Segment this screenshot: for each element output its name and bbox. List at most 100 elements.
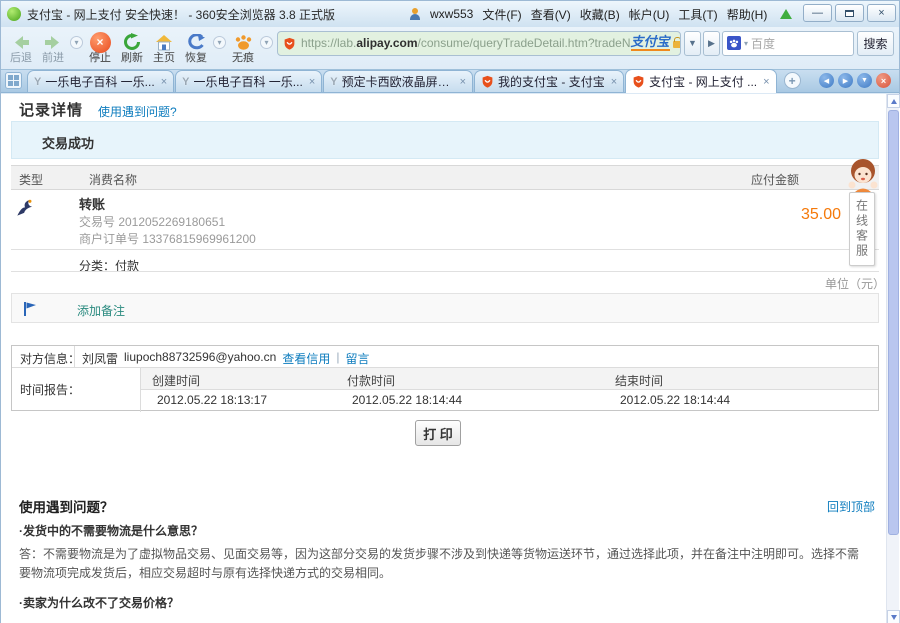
online-service-label: 在线客服: [854, 199, 871, 259]
scroll-tabs-right-icon[interactable]: ▶: [838, 73, 853, 88]
scroll-down-icon[interactable]: [887, 610, 900, 623]
minimize-button[interactable]: —: [803, 4, 832, 22]
flag-icon: [22, 301, 38, 317]
counterparty-name: 刘凤雷: [82, 350, 118, 367]
transaction-name: 转账: [79, 194, 105, 213]
faq-question-1: ·发货中的不需要物流是什么意思？: [19, 522, 203, 539]
browser-window: 支付宝 - 网上支付 安全快速！ - 360安全浏览器 3.8 正式版 wxw5…: [0, 0, 900, 623]
incognito-dropdown-icon[interactable]: ▾: [260, 36, 273, 49]
url-dropdown-button[interactable]: ▼: [684, 31, 701, 56]
row-divider: [11, 249, 879, 250]
add-note-row[interactable]: 添加备注: [11, 293, 879, 323]
scrollbar-thumb[interactable]: [888, 110, 899, 535]
close-button[interactable]: ×: [867, 4, 896, 22]
address-bar[interactable]: https://lab.alipay.com/consume/queryTrad…: [277, 31, 681, 56]
scroll-tabs-left-icon[interactable]: ◀: [819, 73, 834, 88]
tab-close-icon[interactable]: ×: [458, 76, 466, 88]
page-title: 记录详情: [19, 99, 83, 120]
back-arrow-icon: [12, 32, 30, 52]
yile-favicon: Y: [34, 76, 41, 88]
restore-session-icon: [187, 32, 205, 52]
yile-favicon: Y: [330, 76, 337, 88]
customer-service-avatar: [843, 158, 883, 194]
paid-time-header: 付款时间: [347, 372, 395, 389]
skin-theme-icon[interactable]: [780, 9, 792, 19]
restore-dropdown-icon[interactable]: ▾: [213, 36, 226, 49]
page-content: 记录详情 使用遇到问题? 交易成功 类型 消费名称 应付金额 转账 交易号 20…: [1, 94, 900, 623]
ssl-lock-icon: [673, 41, 681, 48]
menu-view[interactable]: 查看(V): [531, 6, 571, 23]
leave-message-link[interactable]: 留言: [345, 350, 369, 367]
back-to-top-link[interactable]: 回到顶部: [827, 498, 875, 515]
search-engine-dropdown-icon[interactable]: ▾: [744, 39, 748, 48]
tab-alipay-payment-active[interactable]: 支付宝 - 网上支付 ... ×: [625, 69, 776, 93]
new-tab-button[interactable]: +: [784, 72, 801, 89]
transfer-type-icon: [14, 198, 36, 220]
title-bar-right: wxw553 文件(F) 查看(V) 收藏(B) 帐户(U) 工具(T) 帮助(…: [409, 1, 792, 27]
tab-menu-icon[interactable]: ▼: [857, 73, 872, 88]
restore-session-button[interactable]: 恢复: [180, 28, 212, 68]
history-dropdown-icon[interactable]: ▾: [70, 36, 83, 49]
online-service-tab[interactable]: 在线客服: [849, 192, 875, 266]
close-tab-icon[interactable]: ×: [876, 73, 891, 88]
counterparty-value: 刘凤雷 liupoch88732596@yahoo.cn 查看信用 | 留言: [82, 350, 369, 367]
menu-account[interactable]: 帐户(U): [629, 6, 670, 23]
scroll-up-icon[interactable]: [887, 94, 900, 108]
title-bar: 支付宝 - 网上支付 安全快速！ - 360安全浏览器 3.8 正式版 wxw5…: [1, 1, 899, 27]
tab-casio[interactable]: Y 预定卡西欧液晶屏和... ×: [323, 70, 473, 92]
stop-icon: ×: [90, 32, 111, 52]
incognito-button[interactable]: 无痕: [227, 28, 259, 68]
tab-yile-1[interactable]: Y 一乐电子百科 一乐... ×: [27, 70, 174, 92]
faq-answer-1: 答：不需要物流是为了虚拟物品交易、见面交易等，因为这部分交易的发货步骤不涉及到快…: [19, 545, 865, 583]
alipay-favicon: [481, 75, 494, 88]
help-link-top[interactable]: 使用遇到问题?: [98, 103, 177, 120]
logged-in-user[interactable]: wxw553: [430, 7, 473, 21]
search-engine-icon[interactable]: [727, 36, 741, 50]
counterparty-email: liupoch88732596@yahoo.cn: [124, 350, 276, 367]
tab-list-icon[interactable]: [5, 72, 22, 89]
url-text: https://lab.alipay.com/consume/queryTrad…: [301, 36, 631, 50]
navigation-toolbar: 后退 前进 ▾ × 停止 刷新 主页 恢复 ▾ 无痕 ▾: [1, 27, 899, 69]
view-credit-link[interactable]: 查看信用: [282, 350, 330, 367]
menu-favorites[interactable]: 收藏(B): [580, 6, 620, 23]
home-button[interactable]: 主页: [148, 28, 180, 68]
refresh-icon: [123, 32, 141, 52]
end-time-value: 2012.05.22 18:14:44: [620, 393, 730, 407]
menu-tools[interactable]: 工具(T): [678, 6, 717, 23]
tab-close-icon[interactable]: ×: [609, 76, 617, 88]
time-report-label: 时间报告：: [20, 381, 80, 398]
paw-icon: [234, 32, 253, 52]
site-identity[interactable]: 支付宝: [631, 35, 681, 51]
tab-close-icon[interactable]: ×: [307, 76, 315, 88]
print-button[interactable]: 打 印: [415, 420, 461, 446]
paid-time-value: 2012.05.22 18:14:44: [352, 393, 462, 407]
col-type: 类型: [19, 171, 43, 188]
add-note-link[interactable]: 添加备注: [77, 302, 125, 319]
restore-button[interactable]: [835, 4, 864, 22]
home-icon: [155, 32, 173, 52]
status-text: 交易成功: [42, 133, 94, 152]
tab-my-alipay[interactable]: 我的支付宝 - 支付宝 ×: [474, 70, 624, 92]
go-button[interactable]: ▶: [703, 31, 720, 56]
tab-close-icon[interactable]: ×: [159, 76, 167, 88]
unit-text: 单位（元）: [825, 275, 885, 292]
vertical-scrollbar[interactable]: [886, 94, 899, 623]
search-button[interactable]: 搜索: [857, 31, 894, 56]
stop-button[interactable]: × 停止: [84, 28, 116, 68]
col-name: 消费名称: [89, 171, 137, 188]
refresh-button[interactable]: 刷新: [116, 28, 148, 68]
menu-file[interactable]: 文件(F): [482, 6, 521, 23]
created-time-value: 2012.05.22 18:13:17: [157, 393, 267, 407]
tab-scroll-controls: ◀ ▶ ▼ ×: [819, 73, 899, 92]
merchant-order-number: 商户订单号 13376815969961200: [79, 230, 256, 247]
menu-help[interactable]: 帮助(H): [727, 6, 768, 23]
restore-icon: [845, 10, 854, 17]
tab-close-icon[interactable]: ×: [761, 76, 769, 88]
window-title: 支付宝 - 网上支付 安全快速！ - 360安全浏览器 3.8 正式版: [27, 6, 335, 23]
tab-yile-2[interactable]: Y 一乐电子百科 一乐... ×: [175, 70, 322, 92]
search-input[interactable]: 百度: [751, 35, 775, 52]
back-button[interactable]: 后退: [5, 28, 37, 68]
forward-button[interactable]: 前进: [37, 28, 69, 68]
search-box[interactable]: ▾ 百度: [722, 31, 854, 56]
table-line: [140, 368, 141, 412]
